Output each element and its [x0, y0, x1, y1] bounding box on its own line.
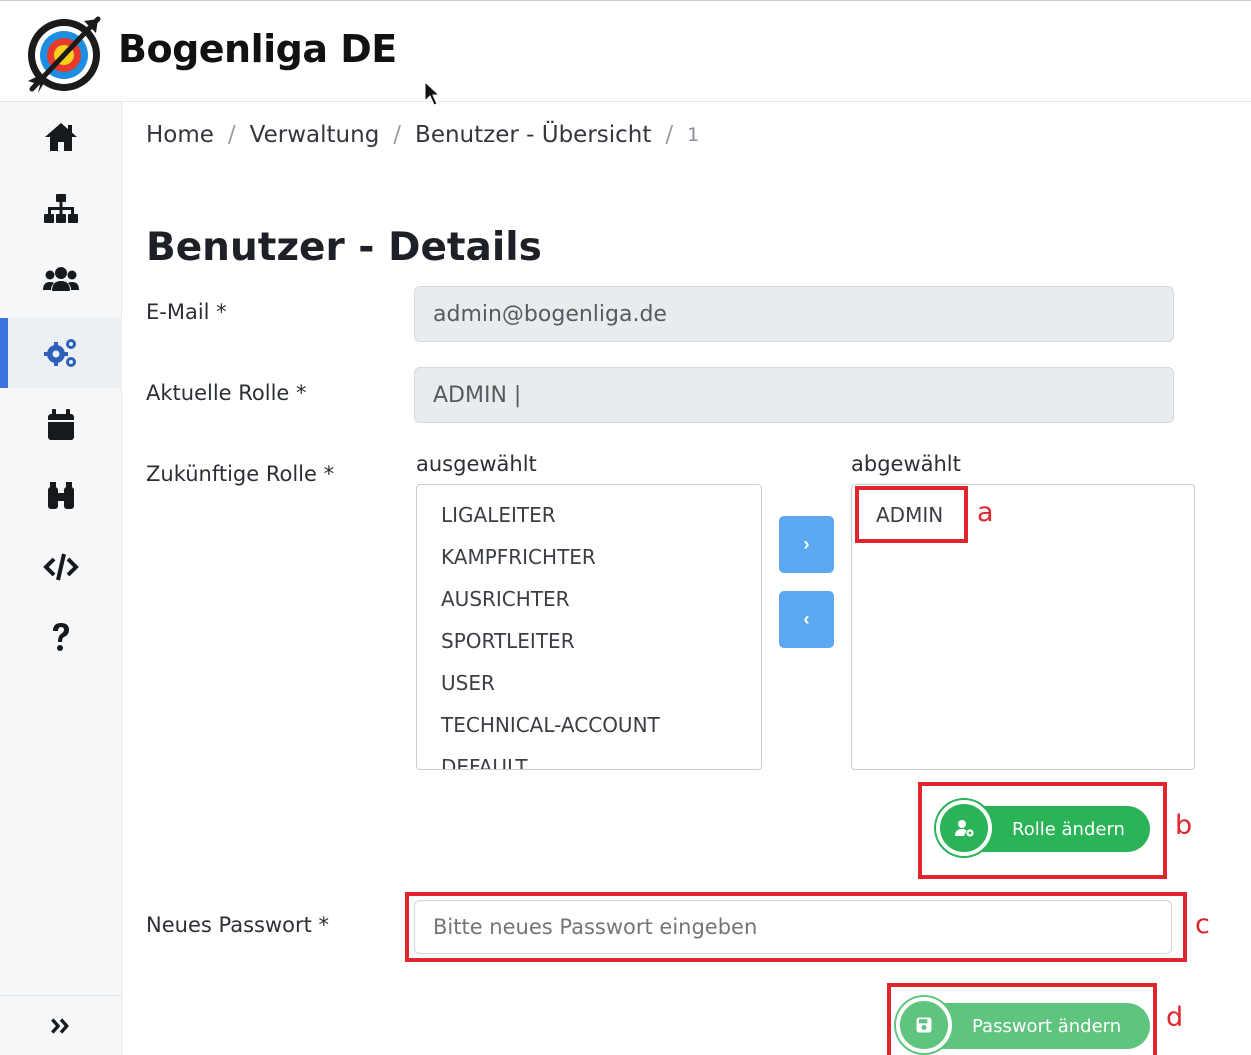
- breadcrumb-separator: /: [227, 122, 236, 148]
- list-item[interactable]: SPORTLEITER: [417, 620, 761, 662]
- breadcrumb-current: 1: [687, 124, 700, 146]
- sidebar-item-users[interactable]: [0, 244, 122, 314]
- current-role-label: Aktuelle Rolle *: [146, 381, 307, 405]
- annotation-box-d: [887, 983, 1157, 1055]
- cogs-icon: [44, 339, 76, 367]
- current-role-field[interactable]: ADMIN |: [414, 367, 1174, 423]
- users-icon: [43, 267, 79, 291]
- question-icon: [53, 623, 69, 651]
- breadcrumb-verwaltung[interactable]: Verwaltung: [250, 122, 380, 148]
- mouse-pointer-icon: [424, 81, 440, 106]
- sidebar-item-home[interactable]: [0, 102, 122, 172]
- annotation-box-c: [405, 892, 1187, 962]
- list-item[interactable]: TECHNICAL-ACCOUNT: [417, 704, 761, 746]
- breadcrumb-separator: /: [665, 122, 674, 148]
- sidebar-item-structure[interactable]: [0, 174, 122, 244]
- list-item[interactable]: KAMPFRICHTER: [417, 536, 761, 578]
- breadcrumb-separator: /: [393, 122, 402, 148]
- future-role-label: Zukünftige Rolle *: [146, 462, 335, 486]
- sidebar-divider: [0, 995, 122, 996]
- sidebar-item-help[interactable]: [0, 602, 122, 672]
- calendar-icon: [48, 409, 74, 440]
- code-icon: [43, 553, 79, 581]
- deselected-list-heading: abgewählt: [851, 452, 961, 476]
- list-item[interactable]: LIGALEITER: [417, 494, 761, 536]
- breadcrumb-user-overview[interactable]: Benutzer - Übersicht: [415, 122, 651, 148]
- top-bar: Bogenliga DE: [0, 0, 1251, 106]
- sidebar-item-administration[interactable]: [0, 318, 122, 388]
- email-label: E-Mail *: [146, 300, 227, 324]
- annotation-label-a: a: [977, 497, 994, 528]
- sidebar-item-search[interactable]: [0, 462, 122, 532]
- breadcrumb-home[interactable]: Home: [146, 122, 214, 148]
- annotation-box-a: [855, 486, 968, 543]
- selected-roles-list[interactable]: LIGALEITER KAMPFRICHTER AUSRICHTER SPORT…: [416, 484, 762, 770]
- sidebar-expand-button[interactable]: [0, 997, 122, 1055]
- double-chevron-right-icon: [51, 1018, 69, 1034]
- move-left-button[interactable]: ‹: [779, 591, 834, 648]
- annotation-label-b: b: [1175, 810, 1193, 841]
- sidebar: [0, 102, 122, 1055]
- home-icon: [45, 123, 77, 151]
- annotation-label-c: c: [1195, 909, 1210, 940]
- annotation-label-d: d: [1166, 1002, 1184, 1033]
- sidebar-item-code[interactable]: [0, 532, 122, 602]
- archery-target-logo-icon[interactable]: [24, 11, 108, 95]
- page-title: Benutzer - Details: [146, 225, 542, 270]
- sidebar-item-calendar[interactable]: [0, 390, 122, 460]
- breadcrumb: Home / Verwaltung / Benutzer - Übersicht…: [146, 122, 699, 148]
- move-right-button[interactable]: ›: [779, 516, 834, 573]
- selected-list-heading: ausgewählt: [416, 452, 537, 476]
- list-item[interactable]: DEFAULT: [417, 746, 761, 769]
- sitemap-icon: [44, 194, 78, 223]
- app-title[interactable]: Bogenliga DE: [118, 27, 397, 71]
- list-item[interactable]: AUSRICHTER: [417, 578, 761, 620]
- list-item[interactable]: USER: [417, 662, 761, 704]
- email-field[interactable]: admin@bogenliga.de: [414, 286, 1174, 342]
- annotation-box-b: [918, 782, 1167, 879]
- binoculars-icon: [48, 482, 74, 509]
- new-password-label: Neues Passwort *: [146, 913, 330, 937]
